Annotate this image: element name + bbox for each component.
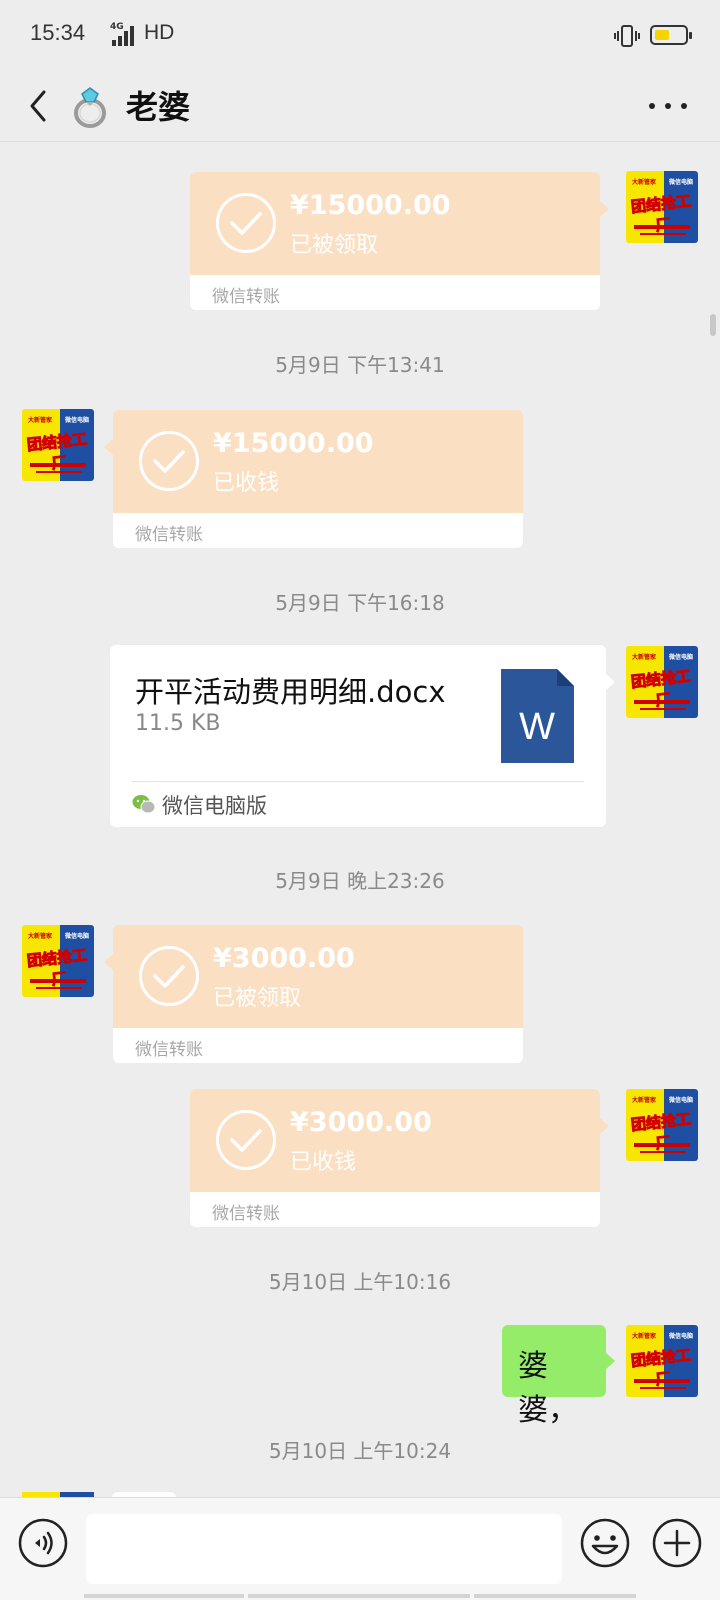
battery-icon bbox=[650, 25, 692, 45]
transfer-card[interactable]: ¥15000.00 已收钱 微信转账 bbox=[104, 410, 523, 548]
timestamp: 5月9日 下午13:41 bbox=[275, 353, 445, 377]
word-document-icon: W bbox=[501, 669, 574, 763]
nav-indicator bbox=[474, 1594, 636, 1598]
transfer-card[interactable]: ¥3000.00 已被领取 微信转账 bbox=[104, 925, 523, 1063]
divider bbox=[132, 781, 584, 782]
check-circle-icon bbox=[139, 431, 199, 491]
avatar-text: 团结抢工厂 bbox=[630, 666, 693, 710]
bubble-tail bbox=[599, 1117, 609, 1135]
nav-indicator bbox=[84, 1594, 244, 1598]
transfer-card-body: ¥3000.00 已被领取 bbox=[113, 925, 523, 1028]
ring-icon bbox=[74, 87, 106, 128]
timestamp: 5月9日 晚上23:26 bbox=[275, 869, 445, 893]
avatar[interactable]: 大新管家 微信电脑 团结抢工厂 bbox=[626, 171, 698, 243]
avatar-text: 大新管家 bbox=[632, 1333, 657, 1340]
transfer-card-footer: 微信转账 bbox=[113, 1028, 523, 1063]
vibrate-icon bbox=[614, 25, 640, 47]
avatar-text: 微信电脑 bbox=[669, 654, 694, 661]
timestamp: 5月10日 上午10:16 bbox=[268, 1270, 452, 1294]
file-size: 11.5 KB bbox=[135, 711, 221, 736]
avatar-text: 团结抢工厂 bbox=[630, 1109, 693, 1153]
timestamp: 5月9日 下午16:18 bbox=[275, 591, 445, 615]
plus-icon[interactable] bbox=[652, 1518, 702, 1568]
file-card[interactable]: 开平活动费用明细.docx 11.5 KB W 微信电脑版 bbox=[110, 645, 615, 827]
file-name: 开平活动费用明细.docx bbox=[135, 675, 446, 709]
input-bar bbox=[0, 1497, 720, 1600]
avatar-text: 大新管家 bbox=[632, 179, 657, 186]
transfer-status: 已被领取 bbox=[213, 986, 302, 1011]
transfer-card-body: ¥3000.00 已收钱 bbox=[190, 1089, 600, 1192]
status-time: 15:34 bbox=[30, 20, 86, 45]
transfer-source: 微信转账 bbox=[135, 1040, 203, 1060]
transfer-status: 已收钱 bbox=[213, 471, 280, 496]
check-circle-icon bbox=[139, 946, 199, 1006]
avatar-text: 微信电脑 bbox=[669, 179, 694, 186]
transfer-status: 已被领取 bbox=[290, 233, 379, 258]
transfer-amount: ¥3000.00 bbox=[290, 1107, 432, 1138]
transfer-card-body: ¥15000.00 已被领取 bbox=[190, 172, 600, 275]
avatar-text: 大新管家 bbox=[28, 417, 53, 424]
avatar-text: 团结抢工厂 bbox=[26, 429, 89, 473]
avatar-text: 微信电脑 bbox=[65, 417, 90, 424]
transfer-card-footer: 微信转账 bbox=[190, 275, 600, 310]
avatar-text: 大新管家 bbox=[632, 654, 657, 661]
avatar-text: 微信电脑 bbox=[669, 1333, 694, 1340]
transfer-status: 已收钱 bbox=[290, 1150, 357, 1175]
contact-name[interactable]: 老婆 bbox=[126, 82, 190, 128]
hd-indicator: HD bbox=[144, 21, 175, 44]
avatar-text: 微信电脑 bbox=[65, 933, 90, 940]
avatar-text: 大新管家 bbox=[632, 1097, 657, 1104]
more-dots-icon[interactable] bbox=[640, 84, 696, 128]
file-source: 微信电脑版 bbox=[162, 794, 267, 818]
battery-fill bbox=[655, 30, 669, 40]
bubble-tail bbox=[104, 953, 114, 971]
bubble-tail bbox=[605, 673, 615, 691]
scrollbar[interactable] bbox=[710, 314, 716, 336]
transfer-source: 微信转账 bbox=[135, 525, 203, 545]
timestamp: 5月10日 上午10:24 bbox=[268, 1439, 452, 1463]
word-icon-letter: W bbox=[519, 706, 555, 748]
emoji-icon[interactable] bbox=[580, 1518, 630, 1568]
chat-header: 老婆 bbox=[0, 70, 720, 142]
transfer-amount: ¥15000.00 bbox=[213, 428, 374, 459]
nav-indicator bbox=[248, 1594, 470, 1598]
avatar[interactable]: 大新管家 微信电脑 团结抢工厂 bbox=[22, 409, 94, 481]
avatar-text: 团结抢工厂 bbox=[630, 1345, 693, 1389]
bubble-tail bbox=[104, 438, 114, 456]
transfer-card-body: ¥15000.00 已收钱 bbox=[113, 410, 523, 513]
avatar[interactable]: 大新管家 微信电脑 团结抢工厂 bbox=[626, 1089, 698, 1161]
bubble-tail bbox=[605, 1352, 615, 1370]
avatar[interactable]: 大新管家 微信电脑 团结抢工厂 bbox=[626, 646, 698, 718]
voice-icon[interactable] bbox=[18, 1518, 68, 1568]
avatar[interactable]: 大新管家 微信电脑 团结抢工厂 bbox=[626, 1325, 698, 1397]
transfer-card[interactable]: ¥3000.00 已收钱 微信转账 bbox=[190, 1089, 609, 1227]
check-circle-icon bbox=[216, 1110, 276, 1170]
message-input[interactable] bbox=[86, 1514, 562, 1584]
transfer-source: 微信转账 bbox=[212, 287, 280, 307]
transfer-amount: ¥15000.00 bbox=[290, 190, 451, 221]
transfer-amount: ¥3000.00 bbox=[213, 943, 355, 974]
check-circle-icon bbox=[216, 193, 276, 253]
network-type: 4G bbox=[110, 22, 124, 32]
message-text: 婆婆， bbox=[518, 1349, 578, 1428]
transfer-card[interactable]: ¥15000.00 已被领取 微信转账 bbox=[190, 172, 609, 310]
bubble-tail bbox=[599, 200, 609, 218]
transfer-card-footer: 微信转账 bbox=[113, 513, 523, 548]
wechat-icon bbox=[132, 795, 156, 814]
back-button[interactable] bbox=[20, 82, 60, 130]
avatar[interactable]: 大新管家 微信电脑 团结抢工厂 bbox=[22, 925, 94, 997]
transfer-card-footer: 微信转账 bbox=[190, 1192, 600, 1227]
signal-icon: 4G bbox=[98, 22, 134, 46]
avatar-text: 微信电脑 bbox=[669, 1097, 694, 1104]
avatar-text: 团结抢工厂 bbox=[630, 191, 693, 235]
transfer-source: 微信转账 bbox=[212, 1204, 280, 1224]
status-bar: 15:34 4G HD bbox=[0, 0, 720, 70]
avatar-text: 大新管家 bbox=[28, 933, 53, 940]
avatar-text: 团结抢工厂 bbox=[26, 945, 89, 989]
text-bubble[interactable]: 婆婆， bbox=[502, 1325, 615, 1428]
